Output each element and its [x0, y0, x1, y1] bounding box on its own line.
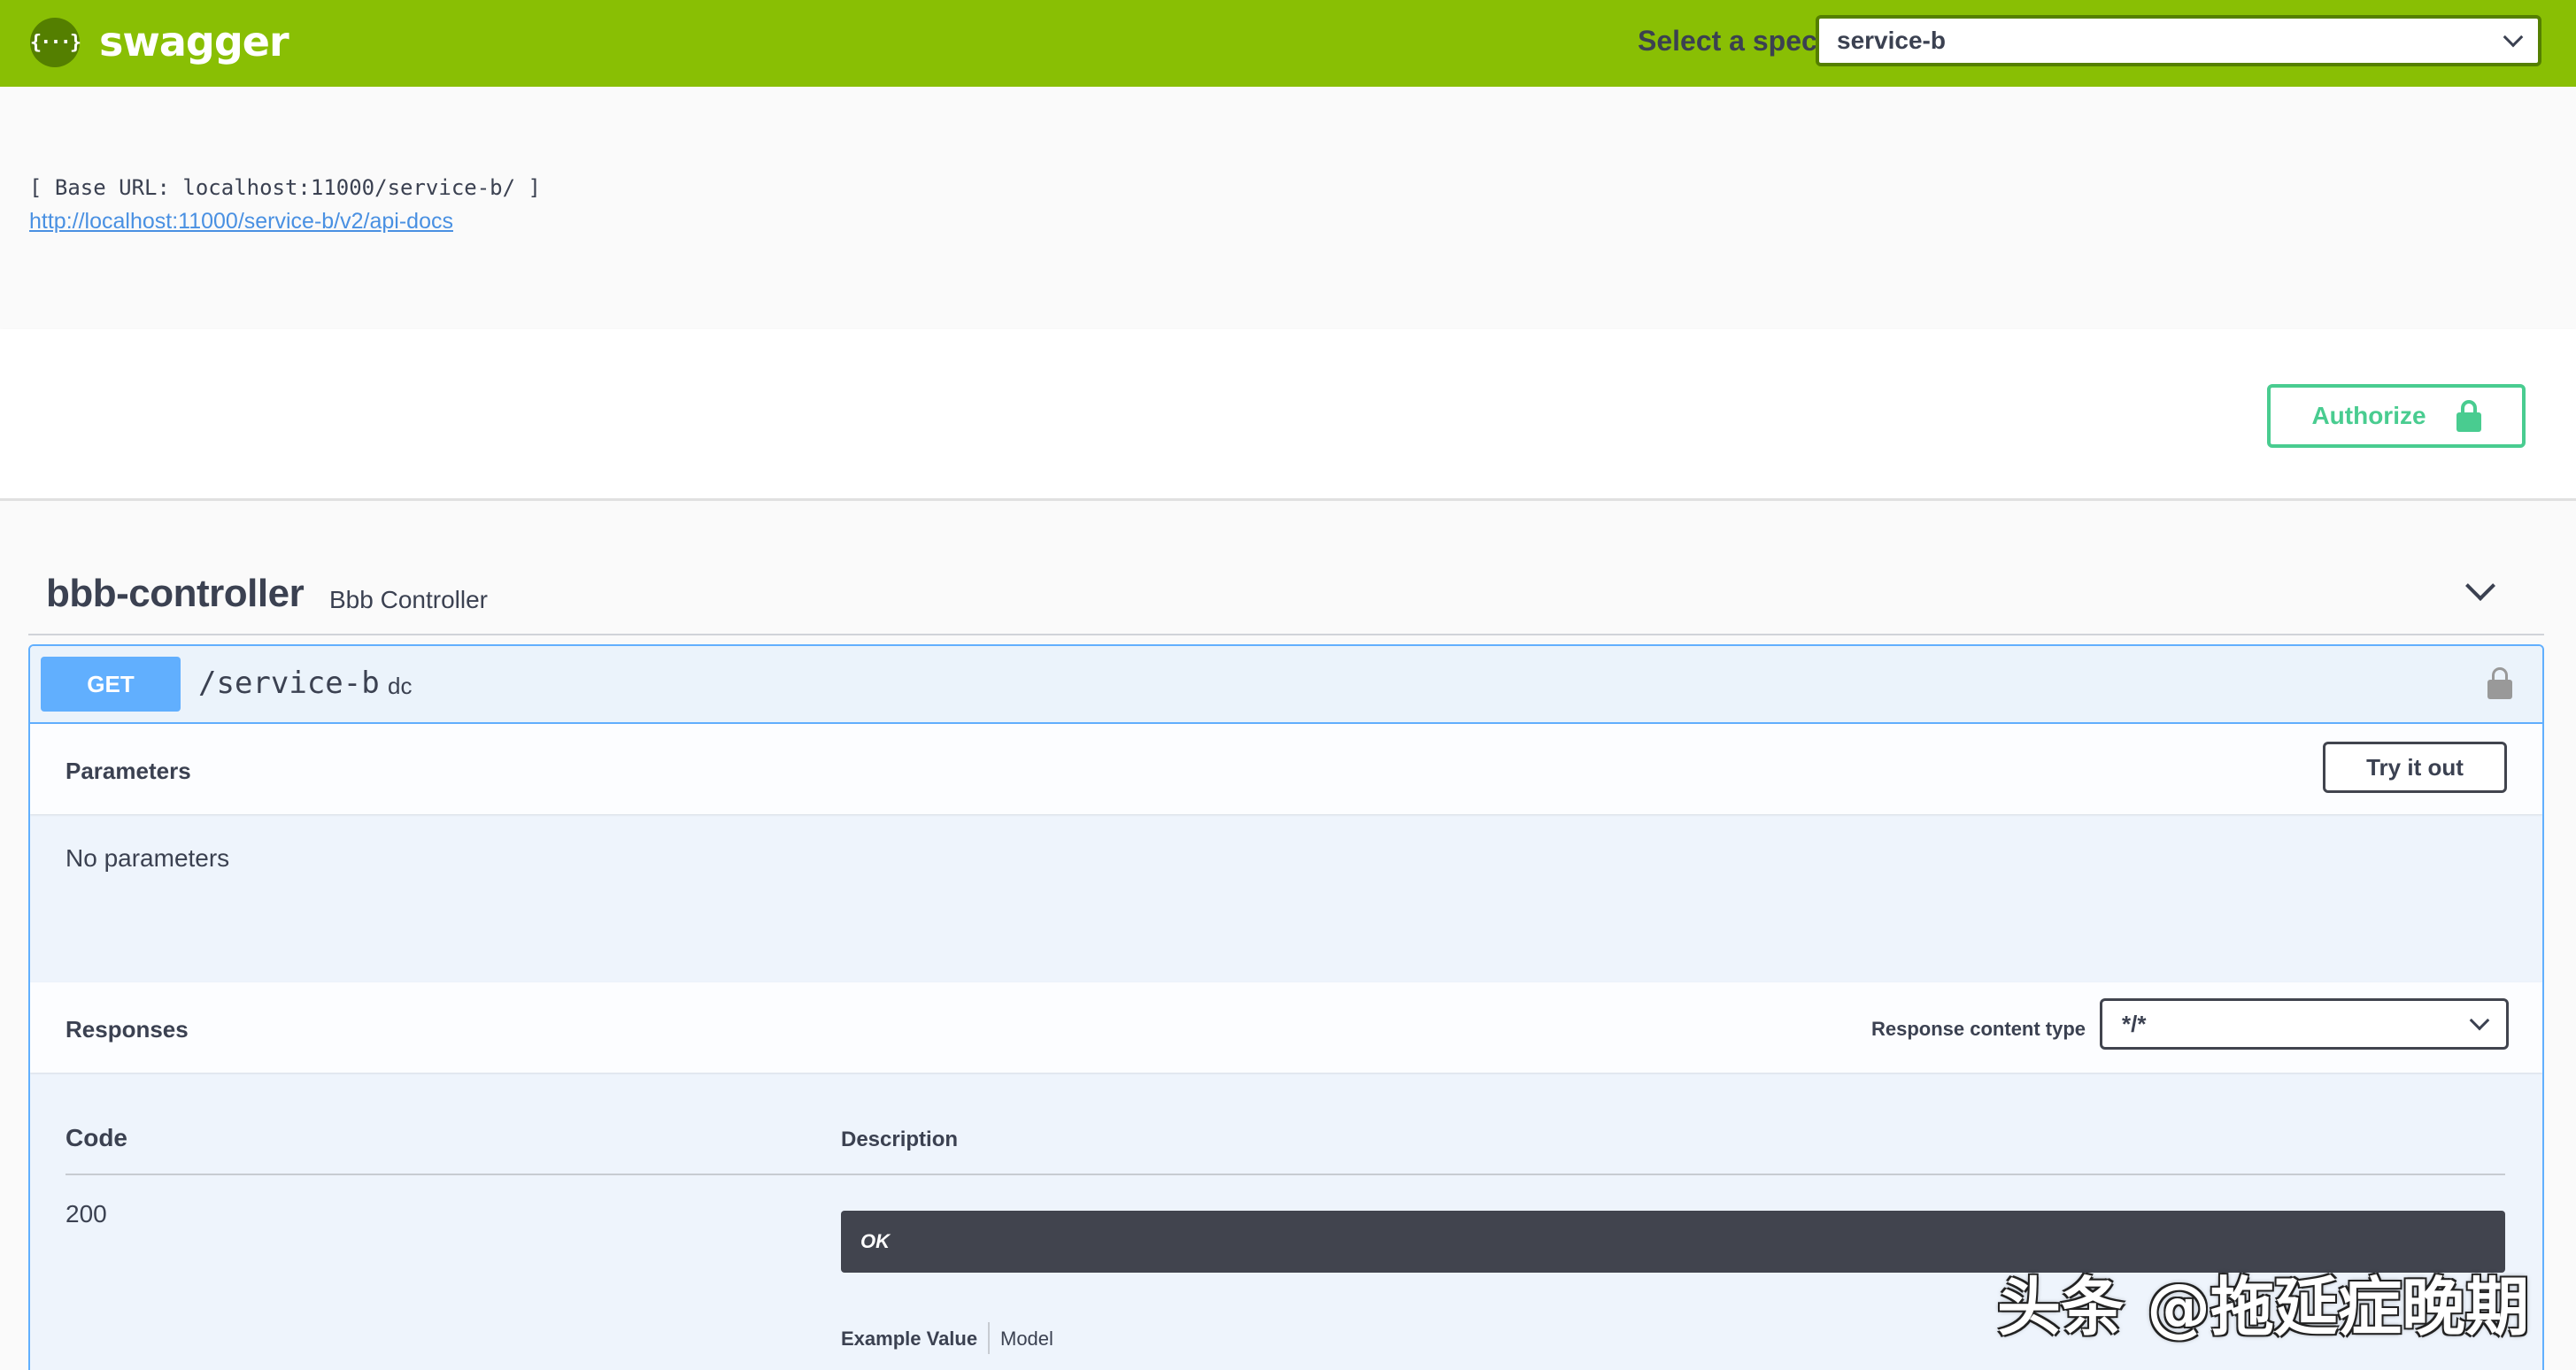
tag-header[interactable]: bbb-controller Bbb Controller — [28, 554, 2544, 635]
watermark: 头条 @拖延症晚期 — [1997, 1270, 2530, 1344]
authorize-label: Authorize — [2311, 402, 2426, 429]
response-content-type-select[interactable]: */* — [2100, 998, 2509, 1050]
tag-description: Bbb Controller — [329, 586, 488, 613]
response-description-text: OK — [860, 1230, 890, 1252]
authorize-button[interactable]: Authorize — [2267, 384, 2526, 448]
responses-column-code: Code — [66, 1124, 127, 1151]
response-content-type-label: Response content type — [1871, 1018, 2086, 1040]
try-it-out-button[interactable]: Try it out — [2323, 742, 2507, 793]
no-parameters-text: No parameters — [66, 844, 230, 872]
parameters-title: Parameters — [66, 758, 191, 784]
model-tab[interactable]: Model — [1000, 1328, 1053, 1351]
chevron-down-icon — [2469, 1010, 2490, 1031]
lock-icon[interactable] — [2487, 667, 2512, 699]
scheme-container: Authorize — [0, 329, 2576, 501]
unlock-icon — [2456, 400, 2481, 432]
operation-summary: dc — [388, 673, 413, 699]
operation-path: /service-b — [198, 666, 380, 701]
operations-area: bbb-controller Bbb Controller GET /servi… — [0, 501, 2576, 1370]
tab-divider — [988, 1322, 990, 1354]
response-content-type-value: */* — [2122, 1010, 2147, 1037]
response-code: 200 — [66, 1200, 107, 1228]
info-section: [ Base URL: localhost:11000/service-b/ ]… — [0, 87, 2576, 329]
responses-column-description: Description — [841, 1128, 959, 1151]
chevron-down-icon — [2503, 27, 2524, 48]
example-value-tab[interactable]: Example Value — [841, 1328, 977, 1351]
spec-label: Select a spec — [1638, 25, 1817, 57]
spec-select[interactable]: service-b — [1816, 15, 2541, 66]
api-docs-link[interactable]: http://localhost:11000/service-b/v2/api-… — [29, 209, 453, 235]
spec-select-value: service-b — [1837, 27, 1946, 54]
opblock-summary[interactable]: GET /service-b dc — [30, 646, 2542, 724]
responses-title: Responses — [66, 1016, 189, 1043]
tag-name: bbb-controller — [46, 572, 305, 615]
method-badge: GET — [41, 657, 181, 712]
swagger-logo-icon: {···} — [30, 18, 81, 67]
divider — [66, 1174, 2505, 1175]
chevron-down-icon[interactable] — [2465, 571, 2495, 601]
parameters-header: Parameters Try it out — [30, 724, 2542, 814]
brand-name[interactable]: swagger — [99, 18, 289, 65]
topbar: {···} swagger Select a spec service-b — [0, 0, 2576, 87]
base-url: [ Base URL: localhost:11000/service-b/ ] — [29, 175, 541, 200]
responses-header: Responses Response content type */* — [30, 982, 2542, 1073]
